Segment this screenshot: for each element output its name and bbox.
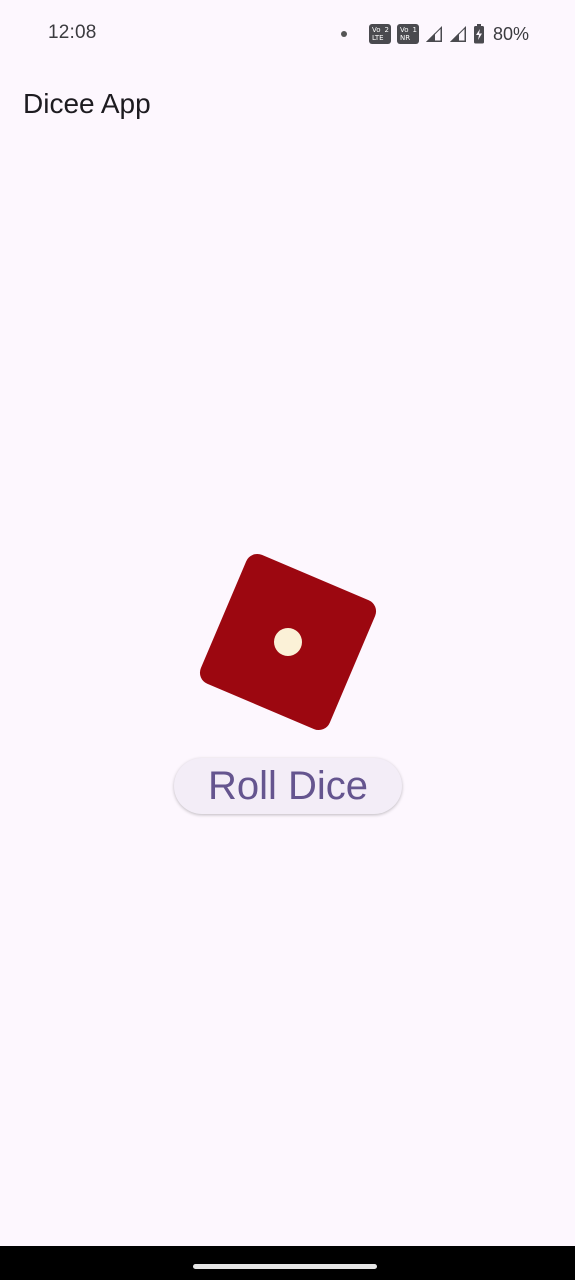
volte-sim-number: 2: [384, 26, 389, 34]
status-bar: 12:08 Vo 2 LTE Vo 1 NR 80%: [0, 0, 575, 68]
notification-dot-icon: [340, 31, 347, 37]
status-time: 12:08: [48, 22, 97, 43]
vonr-network: NR: [399, 34, 411, 42]
volte-label: Vo: [371, 26, 381, 34]
signal-icon: [449, 26, 466, 42]
vonr-icon: Vo 1 NR: [396, 24, 419, 44]
vonr-label: Vo: [399, 26, 409, 34]
home-gesture-handle[interactable]: [193, 1264, 377, 1269]
volte-icon: Vo 2 LTE: [368, 24, 391, 44]
dice-image: [196, 550, 380, 734]
volte-network: LTE: [371, 34, 384, 42]
dice-pip: [269, 623, 307, 661]
battery-charging-icon: [473, 24, 484, 44]
navigation-bar: [0, 1246, 575, 1280]
app-title: Dicee App: [23, 88, 151, 119]
vonr-sim-number: 1: [412, 26, 417, 34]
roll-dice-button[interactable]: Roll Dice: [174, 758, 402, 814]
status-icons: Vo 2 LTE Vo 1 NR 80%: [340, 22, 529, 46]
signal-icon: [425, 26, 442, 42]
battery-percent: 80%: [492, 23, 529, 44]
